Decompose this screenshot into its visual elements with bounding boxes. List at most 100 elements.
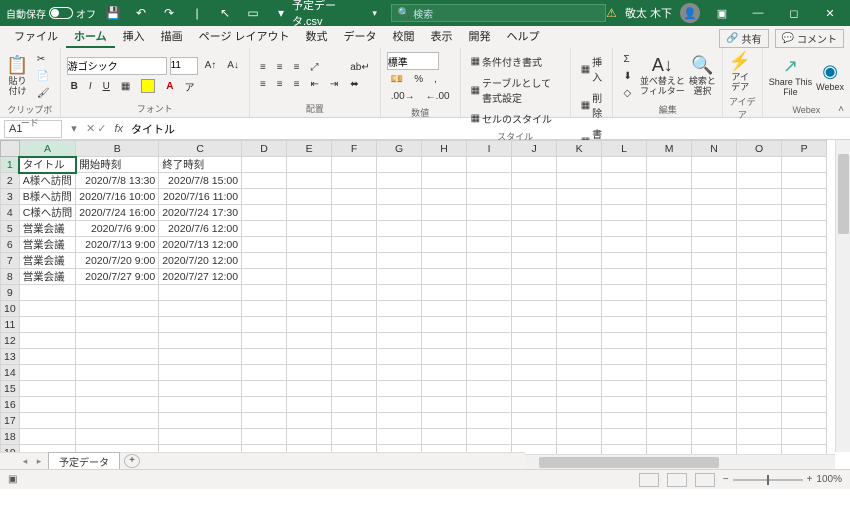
fx-icon[interactable]: fx	[114, 123, 123, 135]
cell[interactable]	[647, 429, 692, 445]
cell[interactable]	[782, 237, 827, 253]
row-header[interactable]: 4	[1, 205, 20, 221]
cell[interactable]	[512, 285, 557, 301]
cell[interactable]	[647, 333, 692, 349]
cell[interactable]	[242, 237, 287, 253]
cell[interactable]	[467, 157, 512, 173]
column-header[interactable]: H	[422, 141, 467, 157]
cell[interactable]	[692, 189, 737, 205]
cell[interactable]	[602, 173, 647, 189]
cell[interactable]	[76, 301, 159, 317]
row-header[interactable]: 11	[1, 317, 20, 333]
page-layout-view-button[interactable]	[667, 473, 687, 487]
cancel-formula-icon[interactable]: ✕	[86, 122, 95, 135]
row-header[interactable]: 8	[1, 269, 20, 285]
cell[interactable]: 2020/7/8 13:30	[76, 173, 159, 189]
cell[interactable]	[782, 429, 827, 445]
cell[interactable]	[287, 301, 332, 317]
cell[interactable]	[557, 381, 602, 397]
cell[interactable]	[692, 173, 737, 189]
cell[interactable]: 2020/7/27 9:00	[76, 269, 159, 285]
cell[interactable]	[557, 317, 602, 333]
cell[interactable]	[422, 365, 467, 381]
cell[interactable]	[377, 253, 422, 269]
cell[interactable]	[467, 349, 512, 365]
cell[interactable]: 2020/7/16 11:00	[159, 189, 242, 205]
cell[interactable]	[377, 237, 422, 253]
cell[interactable]	[377, 349, 422, 365]
cell[interactable]	[782, 173, 827, 189]
cell[interactable]	[242, 349, 287, 365]
cell[interactable]	[242, 253, 287, 269]
conditional-format-button[interactable]: ▦ 条件付き書式	[467, 52, 564, 71]
cell[interactable]	[332, 317, 377, 333]
cell[interactable]	[332, 157, 377, 173]
cell[interactable]	[557, 429, 602, 445]
cell[interactable]	[737, 237, 782, 253]
cell[interactable]: 2020/7/6 9:00	[76, 221, 159, 237]
cell[interactable]	[512, 301, 557, 317]
redo-icon[interactable]: ↷	[158, 2, 180, 24]
cell[interactable]: 2020/7/27 12:00	[159, 269, 242, 285]
cell[interactable]	[512, 253, 557, 269]
name-box-dropdown-icon[interactable]: ▾	[66, 122, 82, 135]
cell[interactable]	[557, 397, 602, 413]
cell[interactable]	[242, 365, 287, 381]
cell[interactable]	[512, 237, 557, 253]
cell[interactable]	[159, 349, 242, 365]
cell[interactable]	[377, 173, 422, 189]
cell[interactable]	[467, 381, 512, 397]
phonetic-button[interactable]: ア	[181, 77, 199, 96]
cell[interactable]	[737, 285, 782, 301]
cell[interactable]	[557, 237, 602, 253]
cell[interactable]: 2020/7/6 12:00	[159, 221, 242, 237]
menu-tab-描画[interactable]: 描画	[153, 25, 191, 48]
cell[interactable]	[602, 237, 647, 253]
cell[interactable]	[557, 269, 602, 285]
cell[interactable]	[242, 317, 287, 333]
column-header[interactable]: O	[737, 141, 782, 157]
cell[interactable]	[377, 397, 422, 413]
cell[interactable]	[512, 365, 557, 381]
cell[interactable]	[287, 381, 332, 397]
cell[interactable]	[557, 157, 602, 173]
column-header[interactable]: K	[557, 141, 602, 157]
cell[interactable]	[737, 253, 782, 269]
cell[interactable]	[467, 173, 512, 189]
cell[interactable]	[467, 317, 512, 333]
minimize-icon[interactable]: —	[744, 2, 772, 24]
cell[interactable]: 2020/7/13 9:00	[76, 237, 159, 253]
cell[interactable]	[19, 429, 76, 445]
cell[interactable]	[422, 221, 467, 237]
cell[interactable]	[782, 365, 827, 381]
cell[interactable]	[467, 237, 512, 253]
menu-tab-挿入[interactable]: 挿入	[115, 25, 153, 48]
autosave-toggle[interactable]: 自動保存 オフ	[6, 6, 96, 21]
cell[interactable]	[287, 173, 332, 189]
cell[interactable]	[242, 189, 287, 205]
cell[interactable]	[19, 285, 76, 301]
cell[interactable]	[602, 349, 647, 365]
cell[interactable]	[557, 333, 602, 349]
cell[interactable]	[647, 301, 692, 317]
cell[interactable]	[602, 205, 647, 221]
cell[interactable]	[377, 189, 422, 205]
cell[interactable]	[287, 349, 332, 365]
cell[interactable]	[512, 157, 557, 173]
cell[interactable]	[737, 269, 782, 285]
cell[interactable]	[377, 429, 422, 445]
font-name-select[interactable]	[67, 57, 167, 75]
cell[interactable]	[19, 333, 76, 349]
cell[interactable]	[377, 301, 422, 317]
merge-button[interactable]: ⬌	[346, 77, 374, 92]
align-left-button[interactable]: ≡	[256, 77, 270, 92]
cell[interactable]	[737, 349, 782, 365]
menu-tab-開発[interactable]: 開発	[461, 25, 499, 48]
delete-cells-button[interactable]: ▦ 削除	[577, 88, 607, 122]
cell[interactable]	[287, 205, 332, 221]
cell[interactable]	[692, 301, 737, 317]
cell[interactable]	[422, 333, 467, 349]
zoom-in-icon[interactable]: +	[807, 474, 813, 485]
percent-button[interactable]: %	[410, 72, 427, 87]
cell[interactable]	[512, 333, 557, 349]
